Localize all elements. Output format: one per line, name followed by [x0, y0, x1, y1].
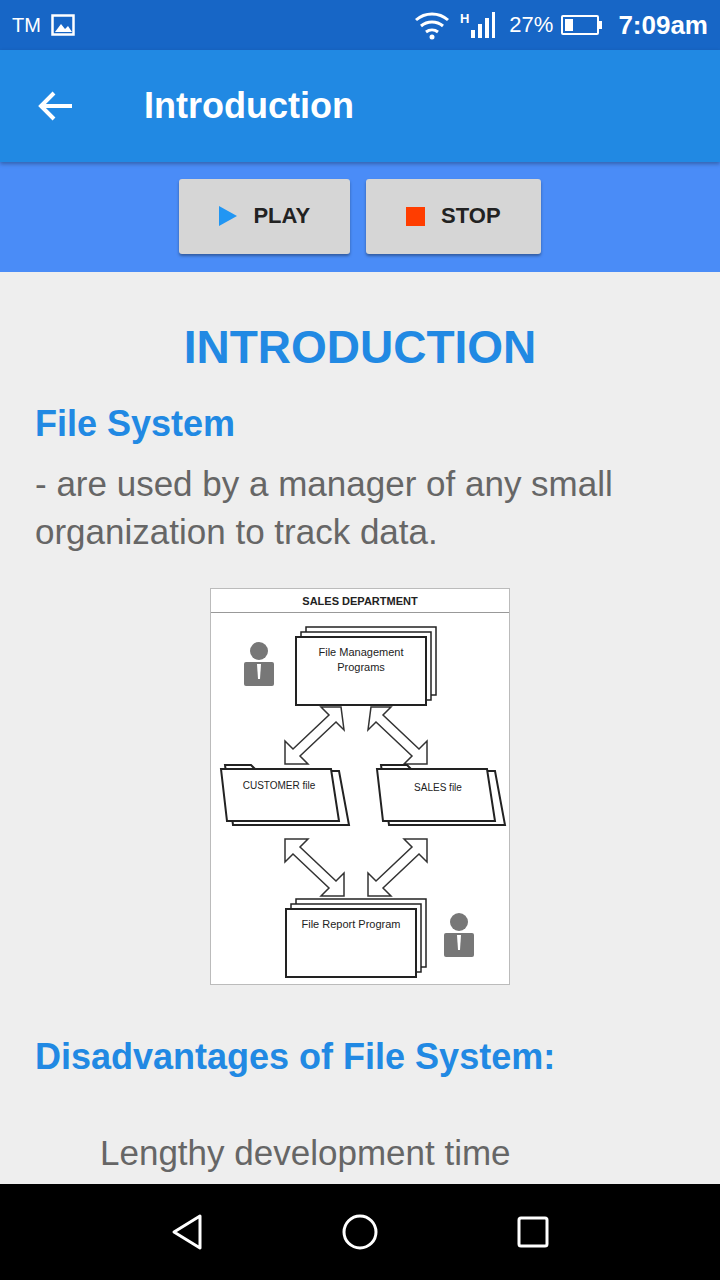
home-nav-button[interactable] [330, 1202, 390, 1262]
page-heading: INTRODUCTION [35, 322, 685, 372]
signal-icon [471, 12, 495, 38]
recents-square-icon [516, 1215, 550, 1249]
clock: 7:09am [618, 10, 708, 40]
sales-file-folder: SALES file [403, 781, 473, 795]
carrier-label: TM [12, 13, 41, 37]
disadvantage-list: Lengthy development time [35, 1129, 685, 1177]
play-icon [219, 206, 237, 226]
battery-fill [565, 19, 573, 31]
audio-controls: PLAY STOP [0, 162, 720, 272]
app-title: Introduction [144, 84, 354, 128]
disadvantage-item: Lengthy development time [100, 1129, 685, 1177]
battery-icon [561, 15, 602, 35]
navigation-bar [0, 1184, 720, 1280]
section-title: File System [35, 402, 685, 446]
image-icon [51, 14, 75, 36]
recents-nav-button[interactable] [503, 1202, 563, 1262]
content: INTRODUCTION File System - are used by a… [0, 272, 720, 1184]
file-system-diagram: SALES DEPARTMENT [210, 588, 510, 985]
wifi-icon [412, 10, 452, 40]
file-report-node: File Report Program [296, 917, 406, 932]
play-button[interactable]: PLAY [179, 179, 350, 254]
back-arrow-icon [38, 90, 74, 122]
stop-icon [406, 207, 425, 226]
file-management-node: File Management Programs [301, 645, 421, 675]
back-button[interactable] [16, 66, 96, 146]
section-text: - are used by a manager of any small org… [35, 460, 685, 556]
home-circle-icon [341, 1213, 379, 1251]
back-triangle-icon [170, 1213, 204, 1251]
status-bar: TM H 27% 7:09am [0, 0, 720, 50]
list-title: Disadvantages of File System: [35, 1035, 685, 1079]
network-label: H [460, 12, 469, 26]
stop-button[interactable]: STOP [366, 179, 541, 254]
battery-label: 27% [509, 12, 553, 38]
button-label: PLAY [253, 203, 310, 229]
customer-file-folder: CUSTOMER file [229, 779, 329, 793]
button-label: STOP [441, 203, 501, 229]
app-bar: Introduction [0, 50, 720, 162]
diagram-title: SALES DEPARTMENT [211, 589, 509, 613]
back-nav-button[interactable] [157, 1202, 217, 1262]
